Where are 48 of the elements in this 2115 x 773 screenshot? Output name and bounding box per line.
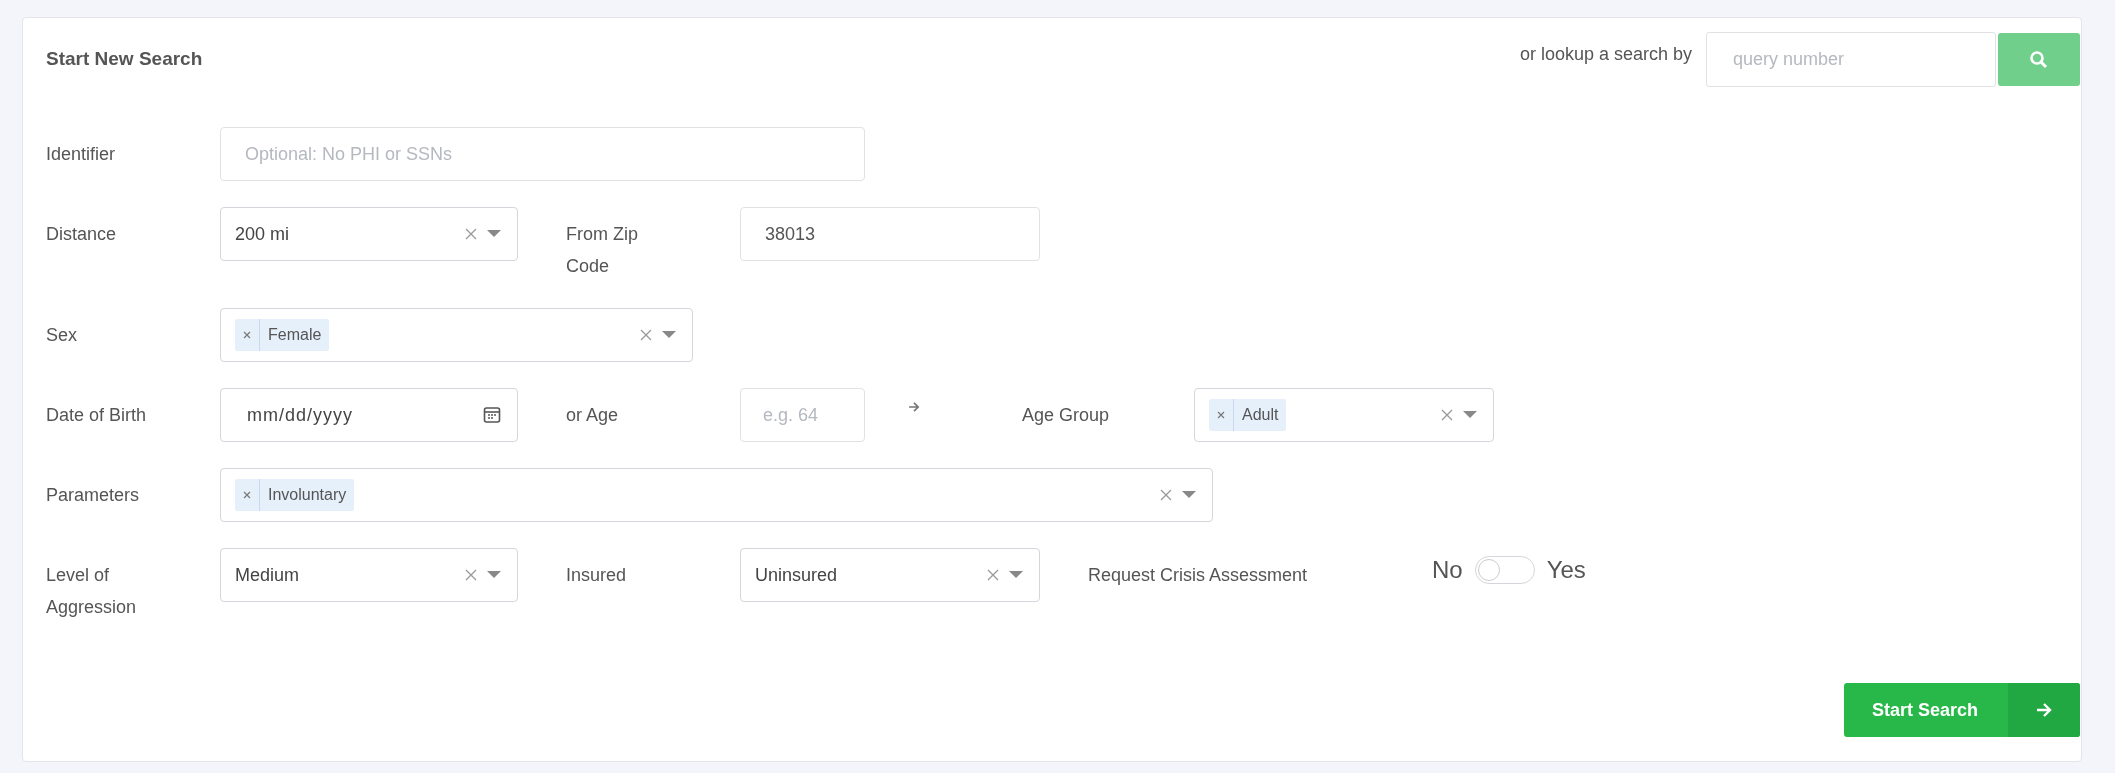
lookup-label: or lookup a search by bbox=[1519, 44, 1692, 65]
clear-icon[interactable] bbox=[1160, 489, 1172, 501]
select-field[interactable]: Medium bbox=[220, 548, 518, 602]
selected-tag: Adult bbox=[1209, 399, 1287, 431]
calendar-icon[interactable] bbox=[483, 406, 501, 424]
clear-icon[interactable] bbox=[640, 329, 652, 341]
caret-icon[interactable] bbox=[1009, 571, 1023, 579]
multi-select-field[interactable]: Involuntary bbox=[220, 468, 1213, 522]
zip-code-field[interactable]: 38013 bbox=[740, 207, 1040, 261]
field-label: Distance bbox=[46, 223, 118, 246]
select-field[interactable]: 200 mi bbox=[220, 207, 518, 261]
caret-icon[interactable] bbox=[1463, 411, 1477, 419]
remove-icon[interactable] bbox=[1217, 411, 1225, 419]
clear-icon[interactable] bbox=[465, 228, 477, 240]
field-label: From Zip Code bbox=[566, 223, 639, 278]
selected-tag: Female bbox=[235, 319, 330, 351]
toggle-on-label: Yes bbox=[1546, 556, 1586, 584]
age-field[interactable]: e.g. 64 bbox=[740, 388, 865, 442]
toggle-switch[interactable] bbox=[1474, 556, 1535, 584]
caret-icon[interactable] bbox=[487, 571, 501, 579]
caret-icon[interactable] bbox=[662, 331, 676, 339]
search-icon bbox=[2029, 49, 2049, 70]
date-field[interactable]: mm/dd/yyyy bbox=[220, 388, 518, 442]
field-label: Identifier bbox=[46, 143, 117, 166]
field-label: Parameters bbox=[46, 484, 141, 507]
caret-icon[interactable] bbox=[487, 230, 501, 238]
card-title: Start New Search bbox=[46, 48, 203, 70]
field-label: or Age bbox=[566, 404, 620, 427]
selected-tag: Involuntary bbox=[235, 479, 355, 511]
clear-icon[interactable] bbox=[987, 569, 999, 581]
remove-icon[interactable] bbox=[243, 331, 251, 339]
clear-icon[interactable] bbox=[465, 569, 477, 581]
arrow-icon bbox=[907, 400, 921, 414]
select-field[interactable]: Uninsured bbox=[740, 548, 1040, 602]
remove-icon[interactable] bbox=[243, 491, 251, 499]
caret-icon[interactable] bbox=[1182, 491, 1196, 499]
field-label: Age Group bbox=[1022, 404, 1111, 427]
field-label: Insured bbox=[566, 564, 628, 587]
field-label: Request Crisis Assessment bbox=[1088, 564, 1309, 587]
identifier-field[interactable]: Optional: No PHI or SSNs bbox=[220, 127, 865, 181]
field-label: Date of Birth bbox=[46, 404, 148, 427]
field-label: Sex bbox=[46, 324, 79, 347]
clear-icon[interactable] bbox=[1441, 409, 1453, 421]
multi-select-field[interactable]: Female bbox=[220, 308, 693, 362]
query-number-field[interactable]: query number bbox=[1706, 32, 1996, 87]
toggle-off-label: No bbox=[1432, 556, 1463, 584]
multi-select-field[interactable]: Adult bbox=[1194, 388, 1494, 442]
field-label: Level of Aggression bbox=[46, 564, 138, 619]
